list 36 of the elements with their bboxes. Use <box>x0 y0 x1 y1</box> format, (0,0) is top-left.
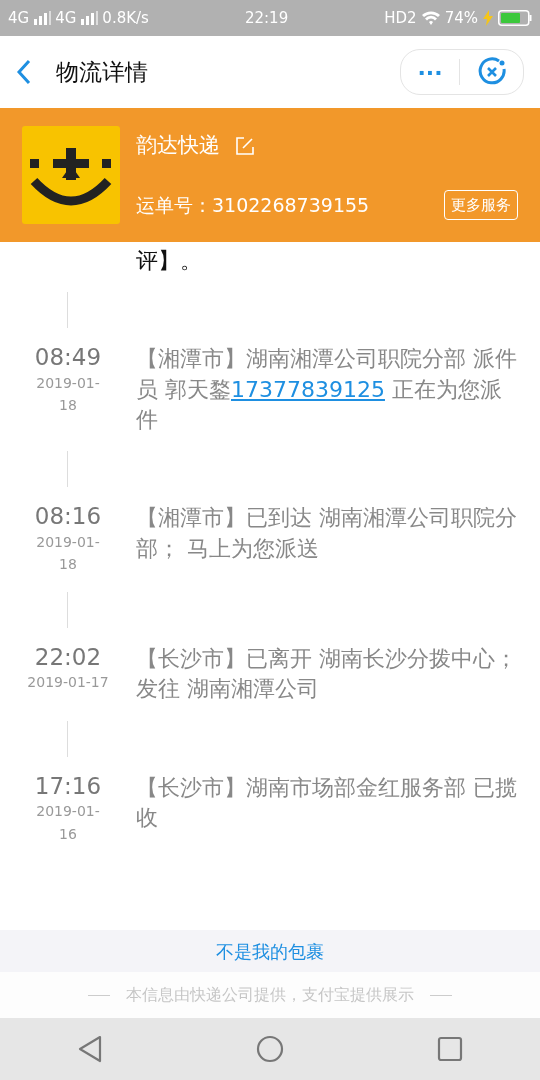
data-speed: 0.8K/s <box>102 7 149 29</box>
event-time: 17:16 <box>34 772 102 801</box>
event-description: 评】。 <box>136 247 203 275</box>
battery-icon <box>498 10 532 26</box>
network-type: 4G <box>8 7 30 29</box>
hd-indicator: HD2 <box>384 7 417 29</box>
edit-icon[interactable] <box>236 136 254 155</box>
more-button[interactable]: ··· <box>401 55 460 89</box>
event-time: 08:16 <box>34 503 102 532</box>
more-services-button[interactable]: 更多服务 <box>444 189 518 220</box>
wifi-icon <box>420 10 441 26</box>
back-nav-icon[interactable] <box>76 1035 103 1063</box>
signal-icon <box>80 11 99 25</box>
page-title: 物流详情 <box>56 57 149 87</box>
back-button[interactable] <box>16 59 32 85</box>
clock: 22:19 <box>244 7 289 29</box>
home-nav-icon[interactable] <box>256 1035 284 1063</box>
battery-percent: 74% <box>444 7 478 29</box>
phone-link[interactable]: 17377839125 <box>231 376 385 402</box>
signal-icon <box>33 11 52 25</box>
event-description: 【湘潭市】已到达 湖南湘潭公司职院分部； 马上为您派送 <box>136 504 518 563</box>
event-description: 【湘潭市】湖南湘潭公司职院分部 派件员 郭天鍪17377839125 正在为您派件 <box>136 345 518 435</box>
event-description: 【长沙市】已离开 湖南长沙分拨中心；发往 湖南湘潭公司 <box>136 644 518 704</box>
event-date: 2019-01- 16 <box>36 802 100 844</box>
event-description: 【长沙市】湖南市场部金红服务部 已揽收 <box>136 773 518 832</box>
not-my-package-link[interactable]: 不是我的包裹 <box>216 937 324 965</box>
courier-name: 韵达快递 <box>136 132 220 159</box>
event-date: 2019-01- 18 <box>36 533 100 575</box>
recents-nav-icon[interactable] <box>437 1036 464 1062</box>
event-time: 22:02 <box>34 643 102 672</box>
charging-icon <box>482 10 494 26</box>
network-type: 4G <box>55 7 77 29</box>
event-date: 2019-01-17 <box>27 673 109 693</box>
event-date: 2019-01- 18 <box>36 373 100 416</box>
event-time: 08:49 <box>34 344 102 372</box>
tracking-number: 运单号：3102268739155 <box>136 192 370 218</box>
